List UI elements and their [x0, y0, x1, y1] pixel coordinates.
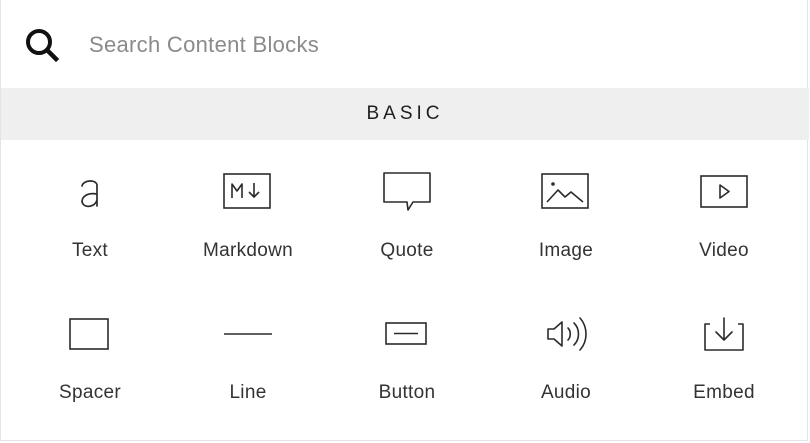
spacer-rectangle-icon: [11, 312, 169, 356]
embed-download-icon: [645, 312, 803, 356]
block-video[interactable]: Video: [645, 140, 803, 280]
block-label: Spacer: [58, 382, 121, 403]
text-a-icon: [11, 170, 169, 214]
markdown-icon: [169, 170, 327, 214]
block-text[interactable]: Text: [11, 140, 169, 280]
block-line[interactable]: Line: [169, 282, 327, 422]
block-label: Text: [71, 240, 109, 261]
block-quote[interactable]: Quote: [328, 140, 486, 280]
block-embed[interactable]: Embed: [645, 282, 803, 422]
block-audio[interactable]: Audio: [487, 282, 645, 422]
block-markdown[interactable]: Markdown: [169, 140, 327, 280]
search-bar: [1, 0, 807, 88]
block-label: Quote: [380, 240, 434, 261]
block-label: Embed: [693, 382, 755, 403]
block-label: Audio: [540, 382, 592, 403]
block-label: Image: [538, 240, 594, 261]
block-label: Video: [699, 240, 749, 261]
block-label: Button: [378, 382, 436, 403]
line-icon: [169, 312, 327, 356]
search-input[interactable]: [89, 26, 769, 64]
search-icon[interactable]: [24, 27, 60, 63]
button-icon: [328, 312, 486, 356]
block-spacer[interactable]: Spacer: [11, 282, 169, 422]
block-button[interactable]: Button: [328, 282, 486, 422]
speaker-icon: [487, 312, 645, 356]
video-play-icon: [645, 170, 803, 214]
section-header-basic: BASIC: [1, 88, 809, 140]
block-label: Line: [229, 382, 267, 403]
image-icon: [487, 170, 645, 214]
block-image[interactable]: Image: [487, 140, 645, 280]
content-blocks-panel: BASIC Text Markdown: [0, 0, 809, 441]
block-label: Markdown: [202, 240, 294, 261]
section-title: BASIC: [366, 103, 444, 124]
quote-speech-bubble-icon: [328, 170, 486, 214]
